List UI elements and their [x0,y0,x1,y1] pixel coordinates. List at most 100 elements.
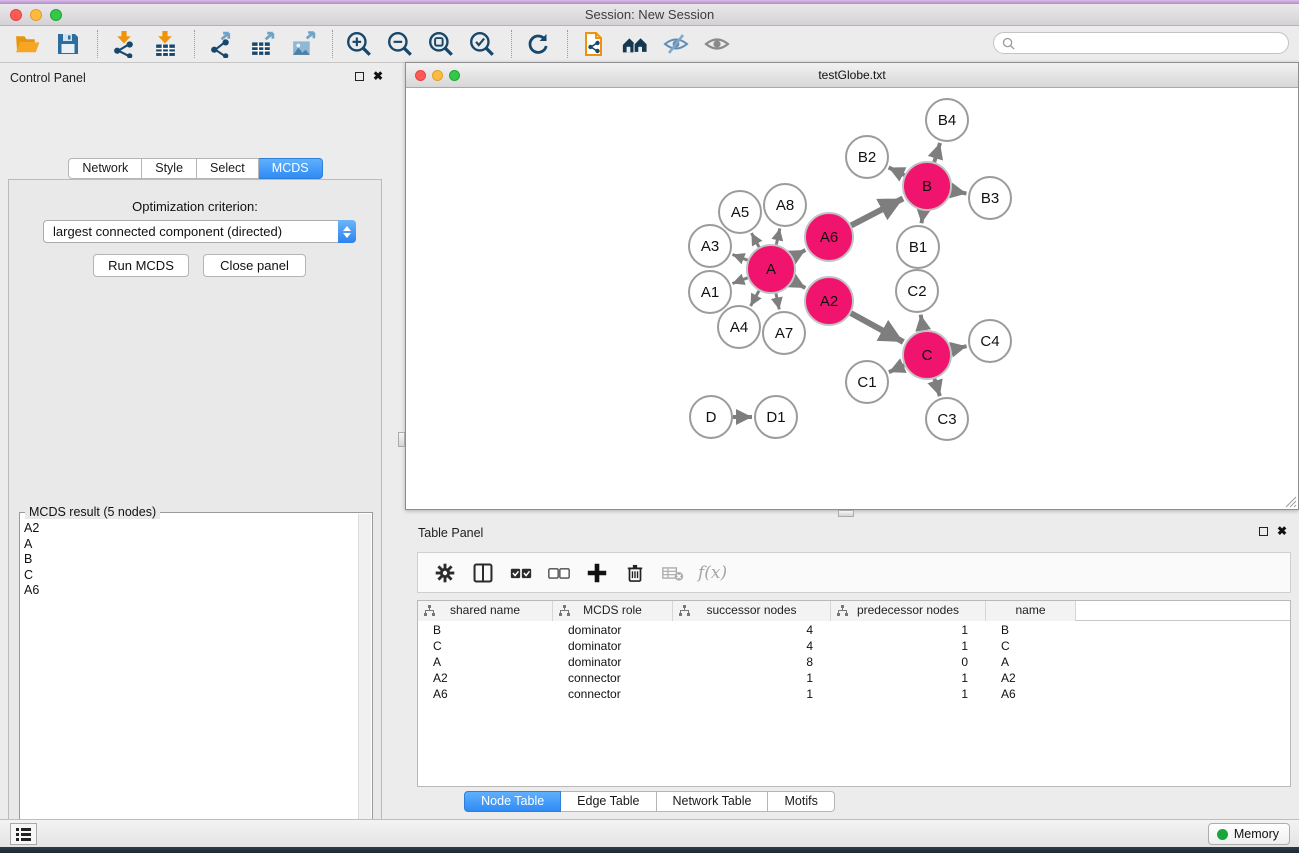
control-panel-tabs: NetworkStyleSelectMCDS [0,158,391,179]
tab-mcds[interactable]: MCDS [259,158,323,179]
split-pane-grip-horizontal[interactable] [838,510,854,517]
graph-node-label: A2 [820,293,838,310]
graph-node-label: C3 [937,411,956,428]
graph-edge-C-C4[interactable] [951,346,966,349]
graph-edge-C-C1[interactable] [889,365,904,372]
export-table-button[interactable] [248,30,276,58]
criterion-dropdown[interactable]: largest connected component (directed) [43,220,356,243]
column-header-successor-nodes[interactable]: successor nodes [673,601,831,621]
memory-button[interactable]: Memory [1208,823,1290,845]
column-header-predecessor-nodes[interactable]: predecessor nodes [831,601,986,621]
zoom-fit-button[interactable] [427,30,455,58]
column-header-name[interactable]: name [986,601,1076,621]
table-settings-button[interactable] [430,559,460,587]
graph-edge-C-C3[interactable] [934,379,939,396]
table-tab-edge-table[interactable]: Edge Table [561,791,656,812]
table-cell: 1 [673,670,831,686]
optimization-criterion-label: Optimization criterion: [9,199,381,214]
table-row[interactable]: Cdominator41C [418,638,1290,654]
graph-edge-A-A8[interactable] [776,228,780,244]
import-network-button[interactable] [110,30,138,58]
import-table-button[interactable] [151,30,179,58]
task-history-button[interactable] [10,823,37,845]
graph-edge-B-B1[interactable] [922,211,924,224]
close-panel-icon[interactable]: ✖ [373,71,383,81]
search-field[interactable] [993,32,1289,54]
node-table-body: Bdominator41BCdominator41CAdominator80AA… [418,622,1290,786]
table-cell: 0 [831,654,986,670]
graph-edge-C-C2[interactable] [921,315,923,331]
table-cell: A2 [986,670,1076,686]
zoom-in-button[interactable] [345,30,373,58]
insert-column-button[interactable] [468,559,498,587]
show-hide-panels-button[interactable] [621,30,649,58]
tab-style[interactable]: Style [142,158,197,179]
add-row-button[interactable] [582,559,612,587]
unselect-all-button[interactable] [544,559,574,587]
split-pane-grip-vertical[interactable] [398,432,405,447]
column-header-shared-name[interactable]: shared name [418,601,553,621]
close-table-panel-icon[interactable]: ✖ [1277,526,1287,536]
resize-grip-icon[interactable] [1283,494,1297,508]
zoom-out-button[interactable] [386,30,414,58]
column-header-MCDS-role[interactable]: MCDS role [553,601,673,621]
open-file-button[interactable] [13,30,41,58]
delete-table-button[interactable] [658,559,688,587]
graph-node-label: B1 [909,239,927,256]
table-row[interactable]: A6connector11A6 [418,686,1290,702]
table-cell: B [986,622,1076,638]
graph-edge-A-A2[interactable] [793,281,805,288]
table-row[interactable]: Adominator80A [418,654,1290,670]
table-cell: A6 [986,686,1076,702]
table-cell: A [986,654,1076,670]
graph-edge-A-A4[interactable] [751,291,759,306]
new-network-from-selection-button[interactable] [580,30,608,58]
tab-network[interactable]: Network [68,158,142,179]
search-input[interactable] [1021,36,1288,50]
table-tab-motifs[interactable]: Motifs [768,791,834,812]
table-panel: Table Panel ✖ [405,518,1299,820]
close-panel-button[interactable]: Close panel [203,254,306,277]
delete-row-button[interactable] [620,559,650,587]
mcds-result-legend: MCDS result (5 nodes) [25,505,160,519]
graph-edge-A-A3[interactable] [732,254,747,260]
toolbar-separator [97,30,98,58]
float-panel-icon[interactable] [355,72,364,81]
export-network-button[interactable] [207,30,235,58]
network-canvas[interactable]: B4B2BB3A8A5A6A3B1AA1C2A2A4A7C4CC1C3DD1 [406,88,1298,509]
table-row[interactable]: A2connector11A2 [418,670,1290,686]
graph-edge-A-A6[interactable] [793,250,805,257]
graph-edge-A2-C[interactable] [851,313,903,342]
table-tab-node-table[interactable]: Node Table [464,791,561,812]
run-mcds-button[interactable]: Run MCDS [93,254,189,277]
select-all-button[interactable] [506,559,536,587]
hide-selected-button[interactable] [662,30,690,58]
export-image-button[interactable] [289,30,317,58]
graph-edge-A-A5[interactable] [751,233,759,247]
mcds-result-item: A2 [22,521,357,537]
graph-edge-A-A1[interactable] [732,278,747,284]
refresh-button[interactable] [524,30,552,58]
graph-node-label: B4 [938,112,956,129]
float-table-panel-icon[interactable] [1259,527,1268,536]
unselect-all-icon [547,562,571,584]
insert-column-icon [472,562,494,584]
table-tab-network-table[interactable]: Network Table [657,791,769,812]
network-window-titlebar[interactable]: testGlobe.txt [406,63,1298,88]
table-cell: 1 [831,638,986,654]
graph-edge-A6-B[interactable] [851,198,903,225]
graph-edge-B-B2[interactable] [889,167,905,175]
table-row[interactable]: Bdominator41B [418,622,1290,638]
criterion-value: largest connected component (directed) [53,224,282,239]
save-session-button[interactable] [54,30,82,58]
show-all-button[interactable] [703,30,731,58]
tab-select[interactable]: Select [197,158,259,179]
zoom-selected-button[interactable] [468,30,496,58]
graph-edge-A-A7[interactable] [776,293,779,309]
table-cell: 1 [673,686,831,702]
graph-node-label: A [766,261,776,278]
graph-edge-B-B3[interactable] [952,191,967,194]
application-window: Session: New Session [0,0,1299,853]
graph-edge-B-B4[interactable] [934,143,940,162]
function-builder-button[interactable]: f(x) [698,563,727,583]
